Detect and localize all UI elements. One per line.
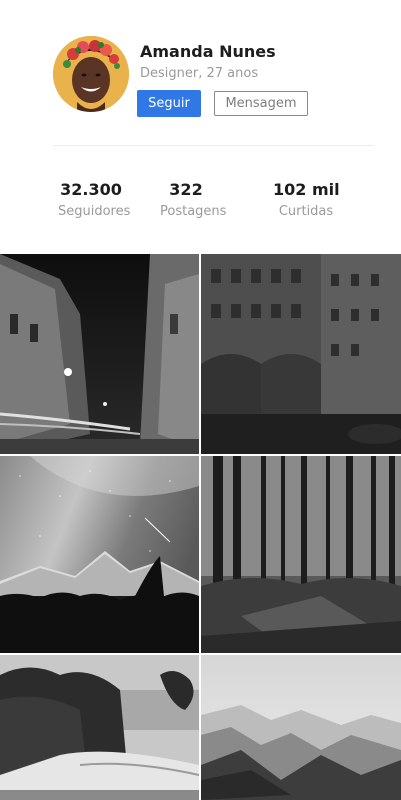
profile-name: Amanda Nunes — [140, 42, 276, 61]
profile-subtitle: Designer, 27 anos — [140, 66, 259, 81]
stat-value: 102 mil — [273, 180, 340, 199]
misty-mountains-photo[interactable] — [201, 655, 401, 800]
follow-button[interactable]: Seguir — [137, 90, 201, 117]
stat-likes[interactable]: 102 mil Curtidas — [273, 180, 340, 219]
night-street-photo[interactable] — [0, 254, 199, 454]
city-buildings-photo[interactable] — [201, 254, 401, 454]
stat-value: 322 — [169, 180, 203, 199]
stat-label: Curtidas — [278, 204, 334, 219]
milky-way-mountain-photo[interactable] — [0, 456, 199, 653]
avatar[interactable] — [53, 36, 129, 112]
stat-followers[interactable]: 32.300 Seguidores — [58, 180, 131, 219]
photo-grid — [0, 254, 401, 800]
stat-value: 32.300 — [60, 180, 122, 199]
stat-posts[interactable]: 322 Postagens — [160, 180, 227, 219]
stat-label: Postagens — [160, 204, 227, 219]
stat-label: Seguidores — [58, 204, 131, 219]
avatar-photo — [53, 36, 129, 112]
message-button[interactable]: Mensagem — [214, 91, 308, 116]
forest-photo[interactable] — [201, 456, 401, 653]
coastal-waterfall-photo[interactable] — [0, 655, 199, 800]
profile-header: Amanda Nunes Designer, 27 anos Seguir Me… — [53, 36, 373, 117]
divider — [53, 145, 374, 146]
